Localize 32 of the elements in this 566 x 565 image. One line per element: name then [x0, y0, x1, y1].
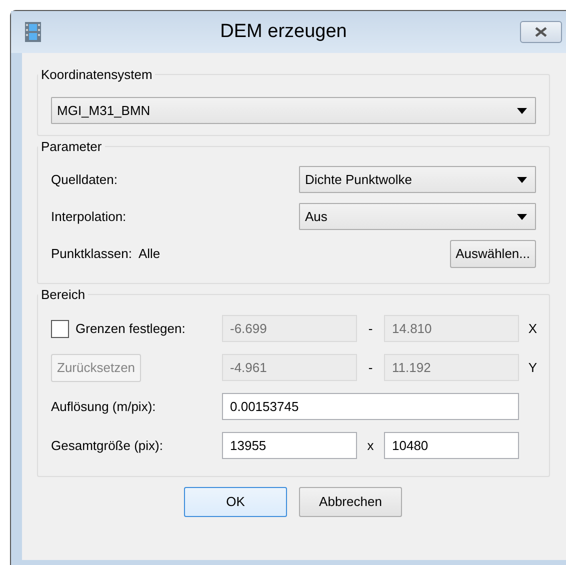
group-title: Bereich	[40, 288, 86, 301]
field-label: Punktklassen:	[51, 244, 132, 263]
dropdown-caret-icon	[517, 176, 527, 182]
input-field[interactable]: 13955	[222, 432, 357, 459]
ok-button[interactable]: OK	[184, 487, 287, 517]
group-title: Koordinatensystem	[40, 68, 154, 81]
dropdown-select[interactable]: Dichte Punktwolke	[299, 166, 536, 193]
dropdown-select[interactable]: Aus	[299, 203, 536, 230]
window-title: DEM erzeugen	[219, 20, 348, 44]
select-button[interactable]: Auswählen...	[450, 240, 536, 268]
field-label: Quelldaten:	[51, 170, 118, 189]
size-separator: x	[367, 438, 374, 453]
checkbox[interactable]	[51, 320, 69, 338]
field-label: Interpolation:	[51, 208, 128, 226]
range-separator: -	[368, 320, 373, 336]
close-icon	[535, 27, 547, 37]
input-field[interactable]: 10480	[384, 432, 519, 459]
axis-label: X	[528, 320, 537, 336]
group-title: Parameter	[40, 140, 103, 153]
film-icon	[25, 22, 41, 42]
axis-label: Y	[528, 360, 537, 375]
cancel-button[interactable]: Abbrechen	[299, 487, 402, 517]
dropdown-caret-icon	[517, 108, 527, 114]
field-label: Auflösung (m/pix):	[51, 398, 157, 416]
field-value: Alle	[138, 244, 160, 263]
range-separator: -	[368, 360, 373, 375]
dropdown-select[interactable]: MGI_M31_BMN	[51, 97, 536, 124]
checkbox-label: Grenzen festlegen:	[76, 320, 186, 338]
field-label: Gesamtgröße (pix):	[51, 436, 164, 455]
close-button[interactable]	[520, 21, 562, 43]
input-field[interactable]: 0.00153745	[222, 393, 519, 420]
dropdown-caret-icon	[517, 214, 527, 220]
